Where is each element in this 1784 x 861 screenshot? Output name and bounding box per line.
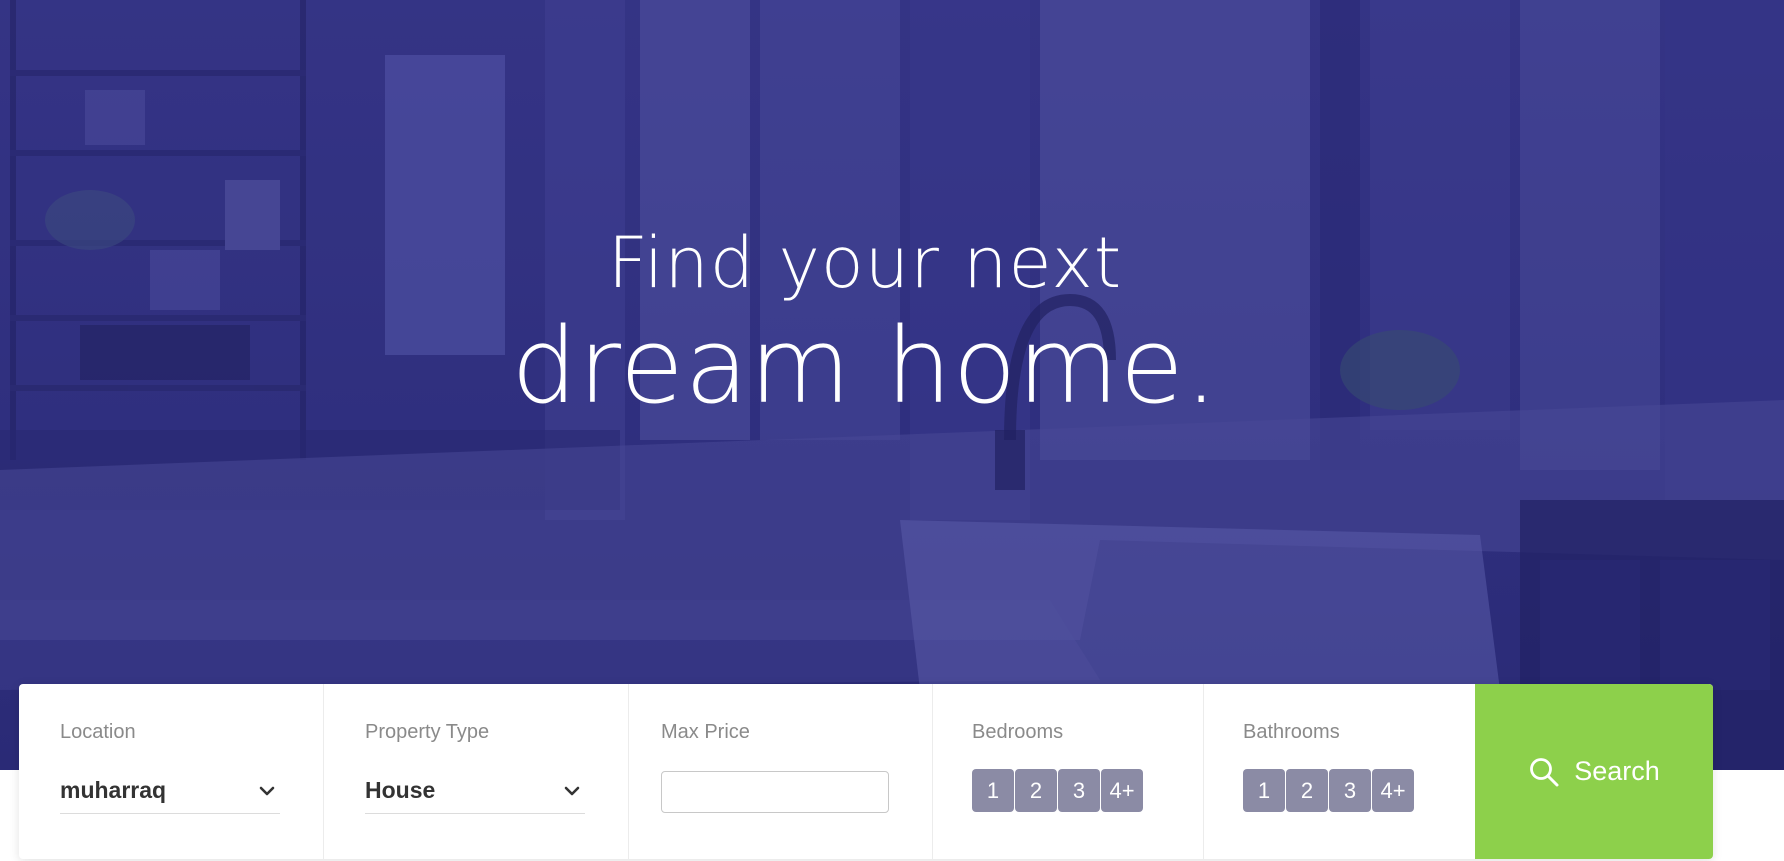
bedrooms-option-2[interactable]: 2 xyxy=(1015,769,1057,812)
chevron-down-icon xyxy=(259,786,275,795)
property-type-field: Property Type House xyxy=(324,684,629,859)
bedrooms-label: Bedrooms xyxy=(972,721,1064,743)
search-icon xyxy=(1530,757,1559,786)
bathrooms-option-1[interactable]: 1 xyxy=(1243,769,1285,812)
bedrooms-options: 1 2 3 4+ xyxy=(972,769,1143,812)
hero-section: Find your next dream home. xyxy=(0,0,1784,770)
hero-title-line1: Find your next xyxy=(607,222,1123,304)
max-price-field: Max Price xyxy=(629,684,933,859)
hero-title-line2: dream home. xyxy=(511,305,1219,427)
property-type-label: Property Type xyxy=(365,721,490,743)
search-button[interactable]: Search xyxy=(1475,684,1713,859)
bedrooms-option-4plus[interactable]: 4+ xyxy=(1101,769,1143,812)
bedrooms-option-3[interactable]: 3 xyxy=(1058,769,1100,812)
hero-heading: Find your next dream home. xyxy=(0,220,1730,426)
bathrooms-option-3[interactable]: 3 xyxy=(1329,769,1371,812)
bathrooms-field: Bathrooms 1 2 3 4+ xyxy=(1204,684,1475,859)
property-search-form: Location muharraq Property Type House Ma… xyxy=(19,684,1713,859)
bedrooms-field: Bedrooms 1 2 3 4+ xyxy=(933,684,1204,859)
bedrooms-option-1[interactable]: 1 xyxy=(972,769,1014,812)
property-type-value: House xyxy=(365,777,436,803)
bathrooms-options: 1 2 3 4+ xyxy=(1243,769,1414,812)
location-label: Location xyxy=(60,721,136,743)
location-field: Location muharraq xyxy=(19,684,324,859)
bathrooms-option-4plus[interactable]: 4+ xyxy=(1372,769,1414,812)
bathrooms-option-2[interactable]: 2 xyxy=(1286,769,1328,812)
search-button-label: Search xyxy=(1574,756,1660,786)
property-type-select[interactable]: House xyxy=(365,768,585,814)
max-price-label: Max Price xyxy=(661,721,750,743)
bathrooms-label: Bathrooms xyxy=(1243,721,1340,743)
location-select[interactable]: muharraq xyxy=(60,768,280,814)
chevron-down-icon xyxy=(564,786,580,795)
location-value: muharraq xyxy=(60,777,167,803)
max-price-input[interactable] xyxy=(661,771,889,813)
